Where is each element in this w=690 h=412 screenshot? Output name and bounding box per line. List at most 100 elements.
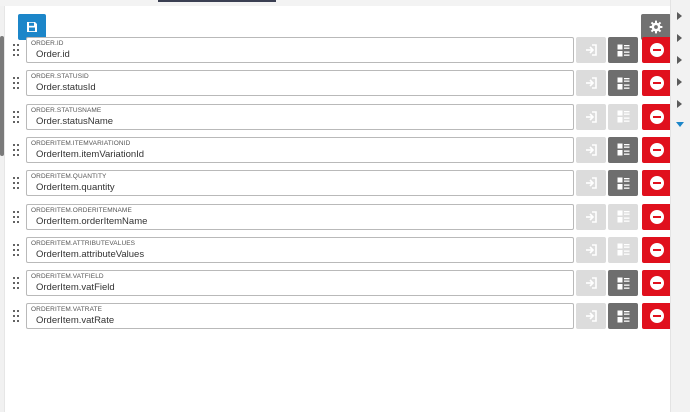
drag-handle-icon[interactable] xyxy=(13,143,21,156)
sign-in-icon xyxy=(585,243,597,256)
drag-handle-icon[interactable] xyxy=(13,177,21,190)
mapping-field[interactable]: ORDERITEM.VATFIELD OrderItem.vatField xyxy=(26,270,574,297)
mapping-field[interactable]: ORDERITEM.ORDERITEMNAME OrderItem.orderIt… xyxy=(26,203,574,230)
rail-arrow-2[interactable] xyxy=(677,34,682,42)
calculator-icon xyxy=(617,177,629,190)
field-value[interactable]: OrderItem.vatField xyxy=(36,282,115,294)
calculator-icon xyxy=(617,143,629,156)
drag-handle-icon[interactable] xyxy=(13,243,21,256)
field-value[interactable]: OrderItem.vatRate xyxy=(36,315,114,327)
mapping-field[interactable]: ORDERITEM.QUANTITY OrderItem.quantity xyxy=(26,170,574,197)
field-label: ORDERITEM.VATFIELD xyxy=(31,273,104,281)
assign-button[interactable] xyxy=(576,303,606,330)
formula-button[interactable] xyxy=(608,203,638,230)
remove-button[interactable] xyxy=(642,70,672,97)
calculator-icon xyxy=(617,277,629,290)
remove-button[interactable] xyxy=(642,136,672,163)
mapping-row: ORDERITEM.ATTRIBUTEVALUES OrderItem.attri… xyxy=(9,236,672,263)
mapping-row: ORDER.STATUSNAME Order.statusName xyxy=(9,103,672,130)
mapping-row: ORDER.STATUSID Order.statusId xyxy=(9,70,672,97)
mapping-row: ORDERITEM.ITEMVARIATIONID OrderItem.itemV… xyxy=(9,136,672,163)
field-value[interactable]: Order.statusId xyxy=(36,82,96,94)
formula-button[interactable] xyxy=(608,37,638,63)
floppy-disk-icon xyxy=(27,22,37,32)
field-label: ORDER.STATUSNAME xyxy=(31,106,102,114)
mapping-field[interactable]: ORDERITEM.ITEMVARIATIONID OrderItem.itemV… xyxy=(26,136,574,163)
field-value[interactable]: OrderItem.quantity xyxy=(36,182,115,194)
field-label: ORDERITEM.VATRATE xyxy=(31,306,103,314)
drag-handle-icon[interactable] xyxy=(13,110,21,123)
mapping-field[interactable]: ORDER.STATUSNAME Order.statusName xyxy=(26,103,574,130)
sign-in-icon xyxy=(585,144,597,156)
assign-button[interactable] xyxy=(576,170,606,197)
remove-button[interactable] xyxy=(642,170,672,197)
rail-arrow-4[interactable] xyxy=(677,78,682,86)
active-tab-indicator xyxy=(158,0,276,2)
rail-arrow-3[interactable] xyxy=(677,56,682,64)
remove-button[interactable] xyxy=(642,303,672,330)
formula-button[interactable] xyxy=(608,303,638,330)
gear-icon xyxy=(649,20,663,34)
assign-button[interactable] xyxy=(576,270,606,297)
sign-in-icon xyxy=(585,44,597,56)
formula-button[interactable] xyxy=(608,70,638,97)
rail-arrow-1[interactable] xyxy=(677,12,682,20)
calculator-icon xyxy=(617,310,629,323)
drag-handle-icon[interactable] xyxy=(13,77,21,90)
minus-circle-icon xyxy=(650,309,664,324)
assign-button[interactable] xyxy=(576,203,606,230)
formula-button[interactable] xyxy=(608,136,638,163)
field-value[interactable]: Order.statusName xyxy=(36,116,113,128)
minus-circle-icon xyxy=(650,109,664,124)
drag-handle-icon[interactable] xyxy=(13,210,21,223)
calculator-icon xyxy=(617,44,629,56)
calculator-icon xyxy=(617,243,629,256)
field-value[interactable]: OrderItem.orderItemName xyxy=(36,216,147,228)
minus-circle-icon xyxy=(650,242,664,257)
minus-circle-icon xyxy=(650,276,664,291)
drag-handle-icon[interactable] xyxy=(13,44,21,56)
mapping-field[interactable]: ORDER.STATUSID Order.statusId xyxy=(26,70,574,97)
formula-button[interactable] xyxy=(608,170,638,197)
sign-in-icon xyxy=(585,177,597,189)
field-label: ORDERITEM.ATTRIBUTEVALUES xyxy=(31,239,136,247)
field-label: ORDERITEM.QUANTITY xyxy=(31,173,107,181)
formula-button[interactable] xyxy=(608,103,638,130)
field-value[interactable]: Order.id xyxy=(36,49,70,61)
remove-button[interactable] xyxy=(642,103,672,130)
field-label: ORDER.ID xyxy=(31,40,64,47)
sign-in-icon xyxy=(585,310,597,323)
assign-button[interactable] xyxy=(576,70,606,97)
drag-handle-icon[interactable] xyxy=(13,310,21,323)
assign-button[interactable] xyxy=(576,236,606,263)
minus-circle-icon xyxy=(650,43,664,57)
rail-arrow-5[interactable] xyxy=(677,100,682,108)
sign-in-icon xyxy=(585,77,597,90)
formula-button[interactable] xyxy=(608,270,638,297)
field-value[interactable]: OrderItem.attributeValues xyxy=(36,249,144,261)
mapping-panel: ORDER.ID Order.id ORDER.STATUSID Order.stat… xyxy=(4,6,672,412)
drag-handle-icon[interactable] xyxy=(13,277,21,290)
mapping-field[interactable]: ORDERITEM.VATRATE OrderItem.vatRate xyxy=(26,303,574,330)
calculator-icon xyxy=(617,110,629,123)
mapping-row: ORDERITEM.ORDERITEMNAME OrderItem.orderIt… xyxy=(9,203,672,230)
sign-in-icon xyxy=(585,110,597,123)
minus-circle-icon xyxy=(650,142,664,157)
assign-button[interactable] xyxy=(576,136,606,163)
remove-button[interactable] xyxy=(642,203,672,230)
remove-button[interactable] xyxy=(642,37,672,63)
remove-button[interactable] xyxy=(642,236,672,263)
minus-circle-icon xyxy=(650,209,664,224)
mapping-field[interactable]: ORDER.ID Order.id xyxy=(26,37,574,63)
mapping-field[interactable]: ORDERITEM.ATTRIBUTEVALUES OrderItem.attri… xyxy=(26,236,574,263)
assign-button[interactable] xyxy=(576,103,606,130)
mapping-row: ORDERITEM.VATFIELD OrderItem.vatField xyxy=(9,270,672,297)
remove-button[interactable] xyxy=(642,270,672,297)
field-label: ORDERITEM.ORDERITEMNAME xyxy=(31,206,132,214)
formula-button[interactable] xyxy=(608,236,638,263)
field-value[interactable]: OrderItem.itemVariationId xyxy=(36,149,144,161)
field-label: ORDERITEM.ITEMVARIATIONID xyxy=(31,139,131,147)
assign-button[interactable] xyxy=(576,37,606,63)
right-scroll-rail[interactable] xyxy=(670,0,690,412)
rail-down-arrow[interactable] xyxy=(676,122,684,127)
